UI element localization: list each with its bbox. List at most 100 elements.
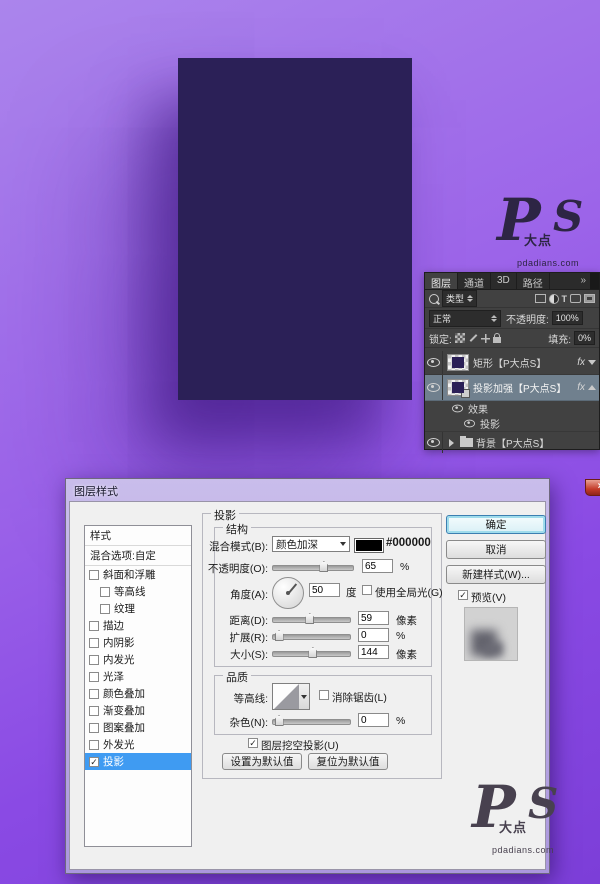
fill-value[interactable]: 0%: [574, 331, 595, 345]
layer-name[interactable]: 投影加强【P大点S】: [473, 380, 574, 395]
visibility-eye-icon[interactable]: [427, 383, 440, 392]
visibility-eye-icon[interactable]: [427, 438, 440, 447]
checkbox[interactable]: [89, 638, 99, 648]
filter-shape-icon[interactable]: [570, 294, 581, 303]
style-item-inner-shadow[interactable]: 内阴影: [85, 634, 191, 651]
style-item-outer-glow[interactable]: 外发光: [85, 736, 191, 753]
cancel-button[interactable]: 取消: [446, 540, 546, 559]
poster-rectangle: [178, 58, 412, 400]
new-style-button[interactable]: 新建样式(W)...: [446, 565, 546, 584]
filter-type-icon[interactable]: T: [562, 294, 568, 304]
checkbox[interactable]: [100, 587, 110, 597]
filter-type-dropdown[interactable]: 类型: [442, 290, 477, 307]
ok-button[interactable]: 确定: [446, 515, 546, 534]
checkbox[interactable]: [89, 570, 99, 580]
noise-input[interactable]: [358, 713, 389, 727]
checkbox-checked[interactable]: ✓: [89, 757, 99, 767]
checkbox[interactable]: [89, 672, 99, 682]
tab-paths[interactable]: 路径: [517, 273, 550, 289]
group-expand-icon[interactable]: [449, 439, 454, 447]
reset-default-button[interactable]: 复位为默认值: [308, 753, 388, 770]
layer-row-shadow-boost[interactable]: 投影加强【P大点S】 fx: [425, 375, 599, 401]
close-icon[interactable]: ×: [585, 479, 600, 496]
style-item-bevel[interactable]: 斜面和浮雕: [85, 566, 191, 583]
blend-mode-dropdown[interactable]: 正常: [429, 310, 501, 327]
style-item-pattern-overlay[interactable]: 图案叠加: [85, 719, 191, 736]
lock-position-icon[interactable]: [481, 334, 490, 343]
collapse-effects-icon[interactable]: [588, 385, 596, 390]
style-item-gradient-overlay[interactable]: 渐变叠加: [85, 702, 191, 719]
style-item-texture[interactable]: 纹理: [85, 600, 191, 617]
layers-panel-tabs: 图层 通道 3D 路径 »: [425, 273, 599, 290]
antialias-checkbox[interactable]: [319, 690, 329, 700]
filter-pixel-icon[interactable]: [535, 294, 546, 303]
lock-bar: 锁定: 填充: 0%: [425, 329, 599, 348]
blending-options-item[interactable]: 混合选项:自定: [85, 546, 191, 566]
size-slider[interactable]: [272, 651, 351, 657]
layer-row-rect[interactable]: 矩形【P大点S】 fx: [425, 351, 599, 375]
spread-slider[interactable]: [272, 634, 351, 640]
checkbox[interactable]: [100, 604, 110, 614]
style-item-contour[interactable]: 等高线: [85, 583, 191, 600]
fx-badge[interactable]: fx: [574, 382, 588, 393]
layer-row-background-group[interactable]: 背景【P大点S】: [425, 432, 599, 453]
size-input[interactable]: [358, 645, 389, 659]
contour-thumbnail[interactable]: [272, 683, 301, 710]
layer-name[interactable]: 背景【P大点S】: [476, 435, 599, 450]
opacity-value[interactable]: 100%: [552, 311, 583, 325]
spread-input[interactable]: [358, 628, 389, 642]
layer-name[interactable]: 矩形【P大点S】: [473, 355, 574, 370]
set-default-button[interactable]: 设置为默认值: [222, 753, 302, 770]
drop-shadow-row[interactable]: 投影: [425, 416, 599, 432]
preview-checkbox[interactable]: ✓: [458, 590, 468, 600]
distance-input[interactable]: [358, 611, 389, 625]
checkbox[interactable]: [89, 740, 99, 750]
angle-input[interactable]: [309, 583, 340, 597]
knockout-checkbox[interactable]: ✓: [248, 738, 258, 748]
layer-thumbnail[interactable]: [447, 379, 469, 396]
checkbox[interactable]: [89, 689, 99, 699]
layer-thumbnail[interactable]: [447, 354, 469, 371]
visibility-eye-icon[interactable]: [464, 420, 475, 428]
lock-transparency-icon[interactable]: [455, 333, 465, 343]
contour-label: 等高线:: [214, 691, 268, 706]
angle-dial[interactable]: [272, 577, 304, 609]
visibility-eye-icon[interactable]: [452, 405, 463, 413]
collapse-effects-icon[interactable]: [588, 360, 596, 365]
drop-shadow-label[interactable]: 投影: [480, 416, 599, 431]
style-item-satin[interactable]: 光泽: [85, 668, 191, 685]
blend-mode-select[interactable]: 颜色加深: [272, 536, 350, 552]
filter-smartobject-icon[interactable]: [584, 294, 595, 303]
fx-badge[interactable]: fx: [574, 357, 588, 368]
global-light-checkbox[interactable]: [362, 585, 372, 595]
checkbox[interactable]: [89, 723, 99, 733]
style-item-inner-glow[interactable]: 内发光: [85, 651, 191, 668]
opacity-label: 不透明度(O):: [194, 561, 268, 576]
lock-pixels-icon[interactable]: [468, 333, 478, 343]
filter-adjustment-icon[interactable]: [549, 294, 559, 304]
shadow-color-swatch[interactable]: [354, 538, 384, 553]
checkbox[interactable]: [89, 655, 99, 665]
tab-layers[interactable]: 图层: [425, 273, 458, 289]
opacity-input[interactable]: [362, 559, 393, 573]
style-item-drop-shadow[interactable]: ✓投影: [85, 753, 191, 770]
checkbox[interactable]: [89, 621, 99, 631]
style-item-stroke[interactable]: 描边: [85, 617, 191, 634]
tab-channels[interactable]: 通道: [458, 273, 491, 289]
opacity-slider[interactable]: [272, 565, 354, 571]
brand-watermark-top: P 大点 S pdadians.com: [497, 192, 600, 274]
tab-3d[interactable]: 3D: [491, 273, 517, 289]
layers-panel: 图层 通道 3D 路径 » 类型 T 正常 不透明度: [424, 272, 600, 450]
panel-menu-icon[interactable]: »: [578, 273, 590, 289]
checkbox[interactable]: [89, 706, 99, 716]
distance-slider[interactable]: [272, 617, 351, 623]
effects-row[interactable]: 效果: [425, 401, 599, 416]
lock-all-icon[interactable]: [493, 337, 501, 343]
visibility-eye-icon[interactable]: [427, 358, 440, 367]
contour-dropdown[interactable]: [299, 683, 310, 710]
effects-label[interactable]: 效果: [468, 401, 599, 416]
style-item-color-overlay[interactable]: 颜色叠加: [85, 685, 191, 702]
preview-thumbnail: [464, 607, 518, 661]
brand-site: pdadians.com: [517, 258, 579, 268]
noise-slider[interactable]: [272, 719, 351, 725]
